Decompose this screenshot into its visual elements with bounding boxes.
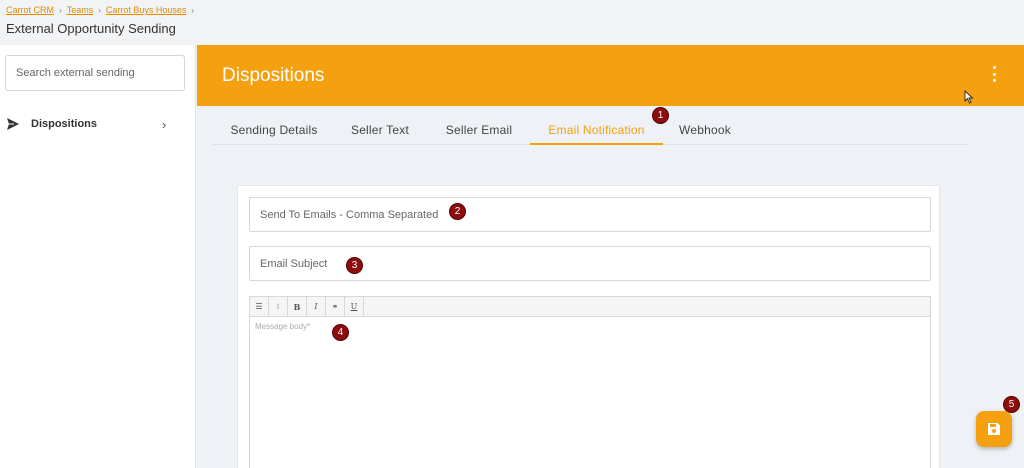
tab-seller-text[interactable]: Seller Text <box>339 112 421 145</box>
annotation-badge-2: 2 <box>449 203 466 220</box>
send-icon <box>7 118 19 130</box>
bulleted-list-icon[interactable]: ☰ <box>250 297 269 316</box>
breadcrumb-link-team[interactable]: Carrot Buys Houses <box>106 5 187 15</box>
numbered-list-icon[interactable]: ⁝ <box>269 297 288 316</box>
sidebar-item-label: Dispositions <box>31 118 98 130</box>
tab-seller-email[interactable]: Seller Email <box>433 112 525 145</box>
annotation-badge-1: 1 <box>652 107 669 124</box>
sidebar-item-dispositions[interactable]: Dispositions › <box>0 110 196 138</box>
annotation-badge-3: 3 <box>346 257 363 274</box>
message-body-editor[interactable]: ☰ ⁝ B I ⚭ U Message body* <box>249 296 931 468</box>
save-button[interactable] <box>976 411 1012 447</box>
sidebar: Dispositions › <box>0 45 196 468</box>
tab-email-notification[interactable]: Email Notification <box>530 112 663 145</box>
breadcrumb-link-crm[interactable]: Carrot CRM <box>6 5 54 15</box>
italic-icon[interactable]: I <box>307 297 326 316</box>
save-icon <box>988 423 1000 435</box>
breadcrumb-separator: › <box>98 5 101 15</box>
tab-bar: Sending Details Seller Text Seller Email… <box>213 112 969 145</box>
page-title: External Opportunity Sending <box>6 21 176 36</box>
breadcrumb: Carrot CRM › Teams › Carrot Buys Houses … <box>6 5 194 15</box>
tab-webhook[interactable]: Webhook <box>671 112 739 145</box>
breadcrumb-separator: › <box>191 5 195 15</box>
mouse-cursor-icon <box>964 90 974 104</box>
link-icon[interactable]: ⚭ <box>326 297 345 316</box>
annotation-badge-4: 4 <box>332 324 349 341</box>
chevron-right-icon: › <box>162 116 167 132</box>
tab-sending-details[interactable]: Sending Details <box>217 112 331 145</box>
search-input[interactable] <box>5 55 185 91</box>
section-header: Dispositions <box>197 45 1024 106</box>
editor-toolbar: ☰ ⁝ B I ⚭ U <box>250 297 930 317</box>
breadcrumb-separator: › <box>59 5 62 15</box>
top-header: Carrot CRM › Teams › Carrot Buys Houses … <box>0 0 1024 45</box>
section-title: Dispositions <box>222 65 325 86</box>
breadcrumb-link-teams[interactable]: Teams <box>67 5 94 15</box>
bold-icon[interactable]: B <box>288 297 307 316</box>
underline-icon[interactable]: U <box>345 297 364 316</box>
message-body-placeholder: Message body* <box>255 322 311 331</box>
send-to-emails-input[interactable] <box>249 197 931 232</box>
more-vertical-icon[interactable] <box>990 66 998 82</box>
